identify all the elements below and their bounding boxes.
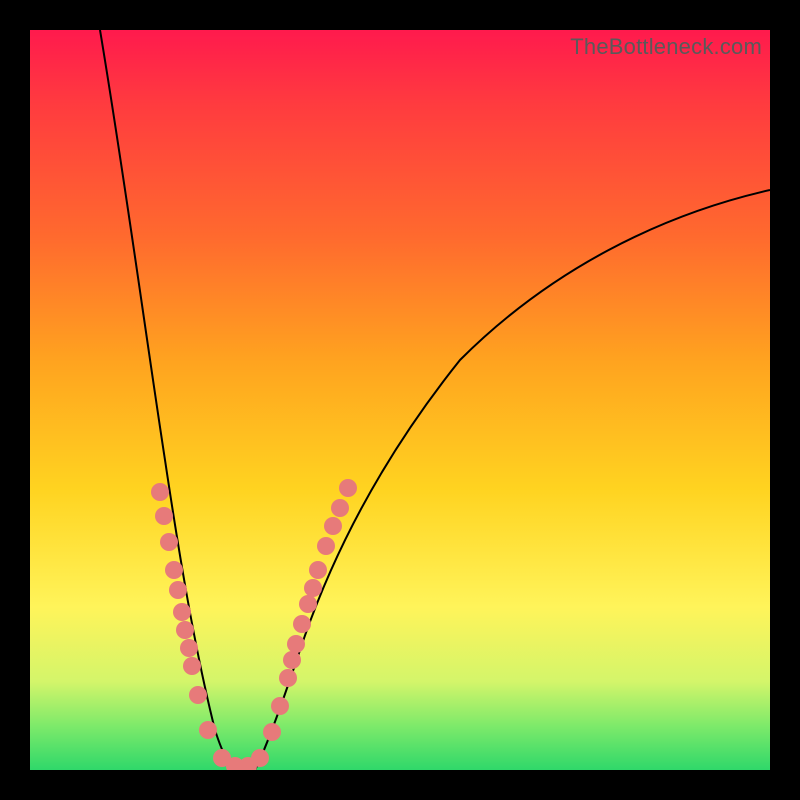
- marker-dot: [165, 561, 183, 579]
- marker-dot: [283, 651, 301, 669]
- marker-dot: [160, 533, 178, 551]
- marker-dot: [279, 669, 297, 687]
- marker-dot: [304, 579, 322, 597]
- plot-area: TheBottleneck.com: [30, 30, 770, 770]
- marker-dot: [331, 499, 349, 517]
- marker-dot: [151, 483, 169, 501]
- curve-left-branch: [100, 30, 238, 770]
- marker-dot: [183, 657, 201, 675]
- marker-dot: [199, 721, 217, 739]
- marker-dot: [251, 749, 269, 767]
- marker-dot: [263, 723, 281, 741]
- chart-svg: [30, 30, 770, 770]
- marker-dot: [339, 479, 357, 497]
- marker-dot: [309, 561, 327, 579]
- marker-dot: [293, 615, 311, 633]
- marker-dot: [271, 697, 289, 715]
- curve-right-branch: [255, 190, 770, 770]
- marker-dot: [324, 517, 342, 535]
- marker-group: [151, 479, 357, 770]
- marker-dot: [155, 507, 173, 525]
- marker-dot: [299, 595, 317, 613]
- marker-dot: [180, 639, 198, 657]
- marker-dot: [287, 635, 305, 653]
- marker-dot: [189, 686, 207, 704]
- marker-dot: [176, 621, 194, 639]
- marker-dot: [169, 581, 187, 599]
- marker-dot: [173, 603, 191, 621]
- chart-frame: TheBottleneck.com: [0, 0, 800, 800]
- marker-dot: [317, 537, 335, 555]
